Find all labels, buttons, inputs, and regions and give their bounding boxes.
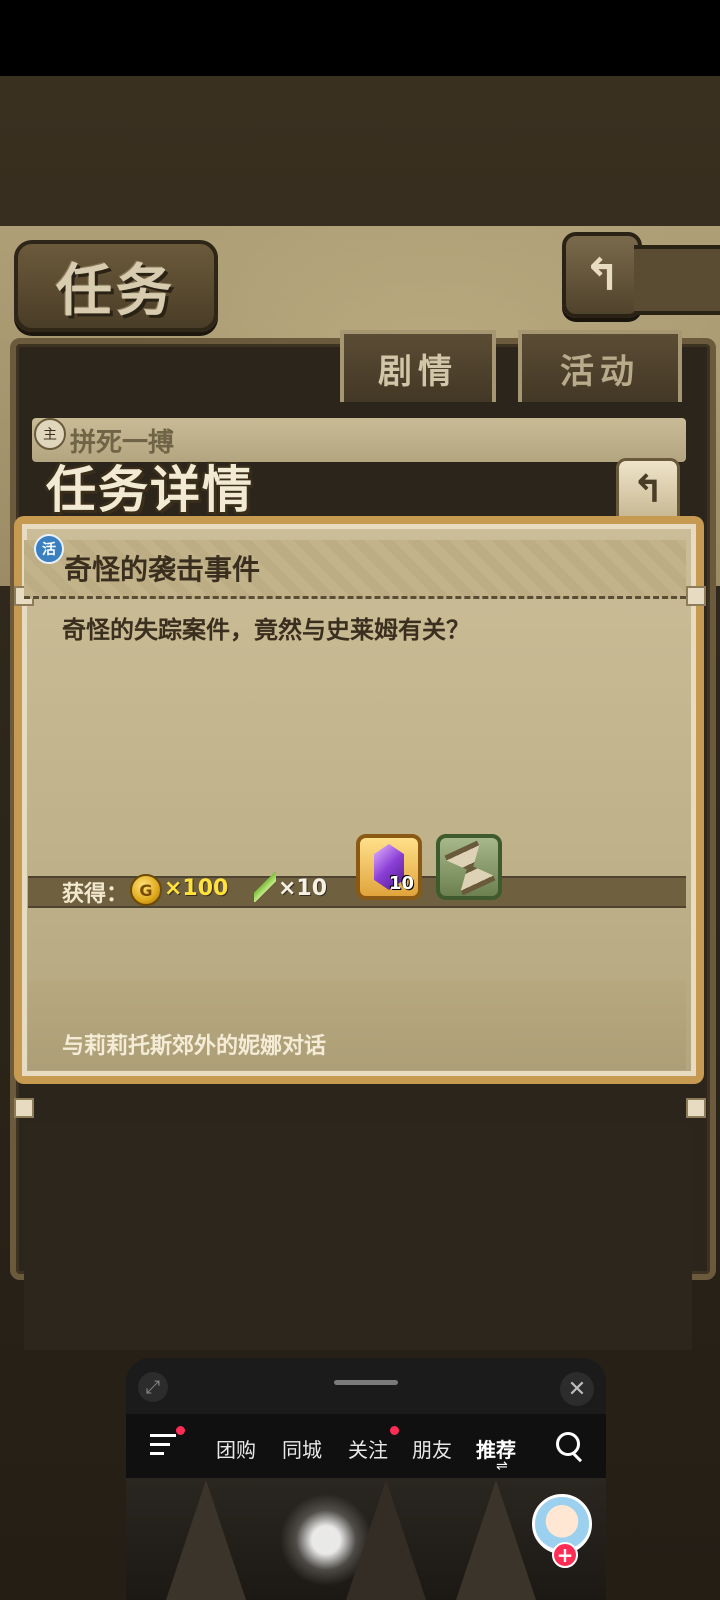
reward-label: 获得：	[62, 882, 129, 907]
feather-icon	[254, 872, 276, 902]
tree-shape	[166, 1480, 246, 1600]
reward-item-hourglass[interactable]	[436, 834, 502, 900]
tree-shape	[346, 1480, 426, 1600]
follow-plus-icon[interactable]: +	[552, 1542, 578, 1568]
back-arrow-icon: ↰	[632, 467, 664, 511]
coin-amount: ×100	[164, 876, 229, 901]
floating-video-player[interactable]: ⤢ ✕ 团购 同城 关注 朋友 推荐 ⇌	[126, 1358, 606, 1600]
tab-activity[interactable]: 活动	[518, 330, 682, 402]
menu-icon[interactable]	[150, 1434, 176, 1456]
reward-item-crystal[interactable]: 10	[356, 834, 422, 900]
page-title: 任务	[14, 240, 218, 332]
task-objective: 与莉莉托斯郊外的妮娜对话	[62, 1034, 327, 1059]
swap-icon: ⇌	[496, 1458, 508, 1474]
empty-list-area	[24, 1124, 692, 1350]
back-arrow-icon: ↰	[583, 249, 621, 301]
detail-back-button[interactable]: ↰	[616, 458, 680, 520]
tree-shape	[456, 1480, 536, 1600]
drag-handle[interactable]	[334, 1380, 398, 1385]
gold-coin-icon: G	[130, 874, 162, 906]
tab-nearby[interactable]: 同城	[282, 1434, 322, 1463]
video-thumbnail[interactable]	[126, 1478, 606, 1600]
top-bar-decoration	[634, 245, 720, 315]
panel-corner	[14, 1098, 34, 1118]
main-quest-badge: 主	[34, 418, 66, 450]
feather-amount: ×10	[278, 876, 328, 901]
panel-corner	[686, 586, 706, 606]
back-button[interactable]: ↰	[562, 232, 642, 318]
item-count: 10	[388, 873, 414, 894]
notification-dot	[390, 1426, 399, 1435]
detail-title: 任务详情	[46, 461, 254, 519]
tab-following[interactable]: 关注	[348, 1434, 388, 1463]
hourglass-icon	[444, 840, 495, 895]
task-name: 奇怪的袭击事件	[64, 553, 261, 586]
expand-icon[interactable]: ⤢	[138, 1372, 168, 1402]
close-icon[interactable]: ✕	[560, 1372, 594, 1406]
tab-group-buy[interactable]: 团购	[216, 1434, 256, 1463]
task-description: 奇怪的失踪案件，竟然与史莱姆有关？	[62, 616, 470, 644]
video-nav-bar: 团购 同城 关注 朋友 推荐 ⇌	[126, 1414, 606, 1478]
tab-story[interactable]: 剧情	[340, 330, 496, 402]
search-icon[interactable]	[556, 1432, 580, 1456]
tab-friends[interactable]: 朋友	[412, 1434, 452, 1463]
activity-task-badge: 活	[34, 534, 64, 564]
panel-corner	[686, 1098, 706, 1118]
notification-dot	[176, 1426, 185, 1435]
